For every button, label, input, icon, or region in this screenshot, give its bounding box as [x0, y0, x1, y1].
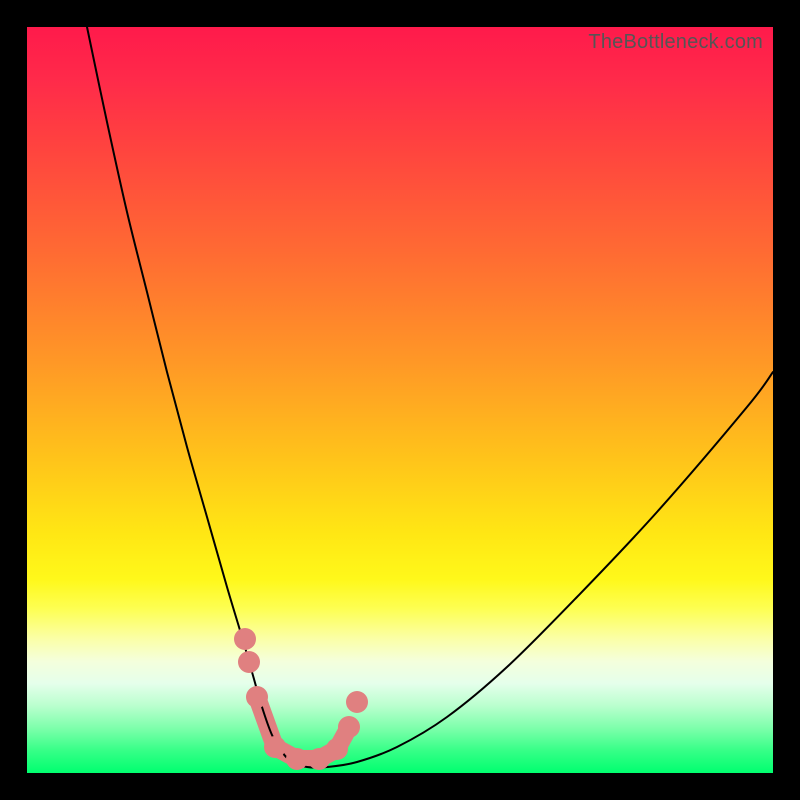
- data-point: [326, 738, 348, 760]
- data-point: [338, 716, 360, 738]
- data-point: [264, 736, 286, 758]
- data-point: [286, 748, 308, 770]
- plot-area: TheBottleneck.com: [27, 27, 773, 773]
- data-point: [238, 651, 260, 673]
- outer-frame: TheBottleneck.com: [0, 0, 800, 800]
- data-point: [246, 686, 268, 708]
- data-point: [234, 628, 256, 650]
- chart-svg: [27, 27, 773, 773]
- bottleneck-curve: [87, 27, 773, 768]
- marker-group: [234, 628, 368, 770]
- data-point: [346, 691, 368, 713]
